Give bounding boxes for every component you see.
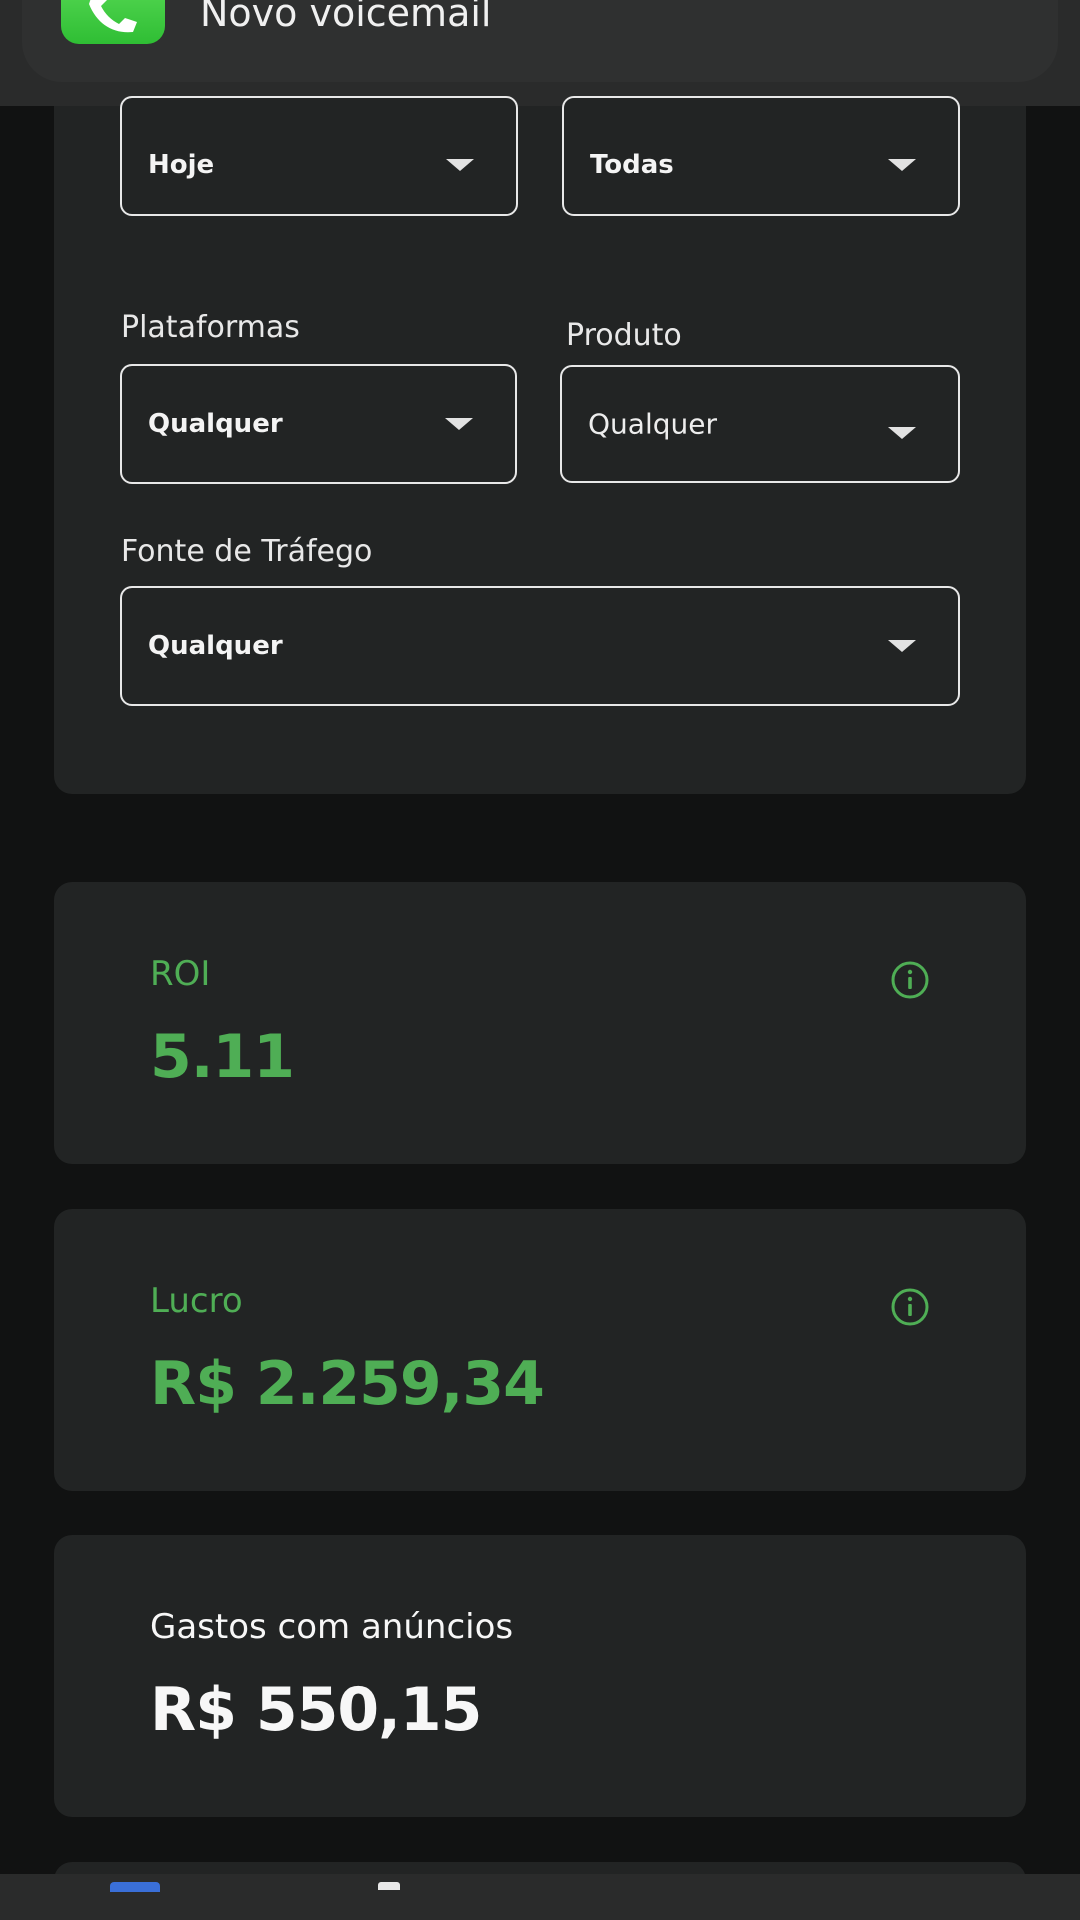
traffic-source-select[interactable]: Qualquer — [120, 586, 960, 706]
traffic-source-label: Fonte de Tráfego — [121, 534, 373, 569]
profit-card: Lucro R$ 2.259,34 — [54, 1209, 1026, 1491]
info-icon[interactable] — [890, 1287, 930, 1327]
ad-spend-label: Gastos com anúncios — [150, 1607, 514, 1647]
platforms-label: Plataformas — [121, 310, 300, 345]
period-select[interactable]: Hoje — [120, 96, 518, 216]
phone-handset-glyph — [89, 0, 137, 33]
notification-banner[interactable] — [22, 0, 1058, 82]
ad-spend-value: R$ 550,15 — [150, 1675, 482, 1745]
period-select-value: Hoje — [148, 150, 215, 181]
info-icon[interactable] — [890, 960, 930, 1000]
roi-value: 5.11 — [150, 1022, 295, 1092]
screen: Novo voicemail Hoje Todas Plataformas Qu… — [0, 0, 1080, 1920]
roi-label: ROI — [150, 954, 211, 994]
product-select[interactable]: Qualquer — [560, 365, 960, 483]
bottom-nav — [0, 1874, 1080, 1920]
notification-title: Novo voicemail — [200, 0, 492, 35]
chevron-down-icon — [445, 418, 473, 430]
product-select-value: Qualquer — [588, 407, 717, 441]
status-select-value: Todas — [590, 150, 674, 181]
nav-item-icon[interactable] — [378, 1882, 400, 1890]
chevron-down-icon — [446, 159, 474, 172]
traffic-source-select-value: Qualquer — [148, 631, 283, 661]
roi-card: ROI 5.11 — [54, 882, 1026, 1164]
chevron-down-icon — [888, 159, 916, 172]
chevron-down-icon — [888, 640, 916, 652]
profit-label: Lucro — [150, 1281, 243, 1321]
phone-icon — [61, 0, 165, 44]
profit-value: R$ 2.259,34 — [150, 1349, 545, 1419]
status-select[interactable]: Todas — [562, 96, 960, 216]
product-label: Produto — [566, 318, 682, 353]
notification-area: Novo voicemail — [0, 0, 1080, 106]
nav-item-dashboard-icon[interactable] — [110, 1882, 160, 1892]
ad-spend-card: Gastos com anúncios R$ 550,15 — [54, 1535, 1026, 1817]
chevron-down-icon — [888, 427, 916, 440]
filter-panel: Hoje Todas Plataformas Qualquer Produto … — [54, 96, 1026, 794]
platforms-select[interactable]: Qualquer — [120, 364, 517, 484]
platforms-select-value: Qualquer — [148, 409, 283, 439]
